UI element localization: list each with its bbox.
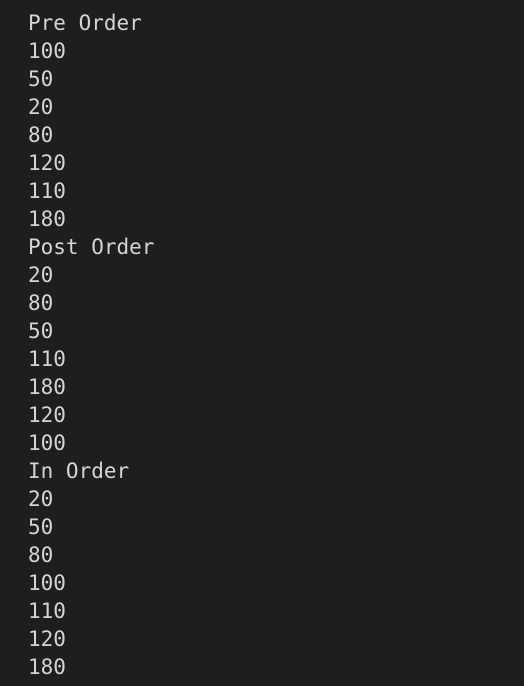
output-line-in-order-header: In Order [28,459,130,483]
output-line: 120 [28,151,66,175]
output-line: 180 [28,207,66,231]
output-line: 100 [28,571,66,595]
output-line: 110 [28,179,66,203]
output-line: 80 [28,291,54,315]
output-line: 120 [28,627,66,651]
output-line: 120 [28,403,66,427]
output-line: 180 [28,655,66,679]
output-line: 20 [28,487,54,511]
output-line: 80 [28,543,54,567]
output-line: 110 [28,599,66,623]
output-line: 100 [28,431,66,455]
output-line-pre-order-header: Pre Order [28,11,142,35]
output-line-post-order-header: Post Order [28,235,155,259]
output-line: 50 [28,319,54,343]
terminal-output[interactable]: Pre Order 100 50 20 80 120 110 180 Post … [0,0,524,686]
output-line: 50 [28,67,54,91]
output-line: 50 [28,515,54,539]
output-line: 180 [28,375,66,399]
output-line: 110 [28,347,66,371]
output-line: 20 [28,263,54,287]
output-line: 20 [28,95,54,119]
output-line: 80 [28,123,54,147]
output-line: 100 [28,39,66,63]
